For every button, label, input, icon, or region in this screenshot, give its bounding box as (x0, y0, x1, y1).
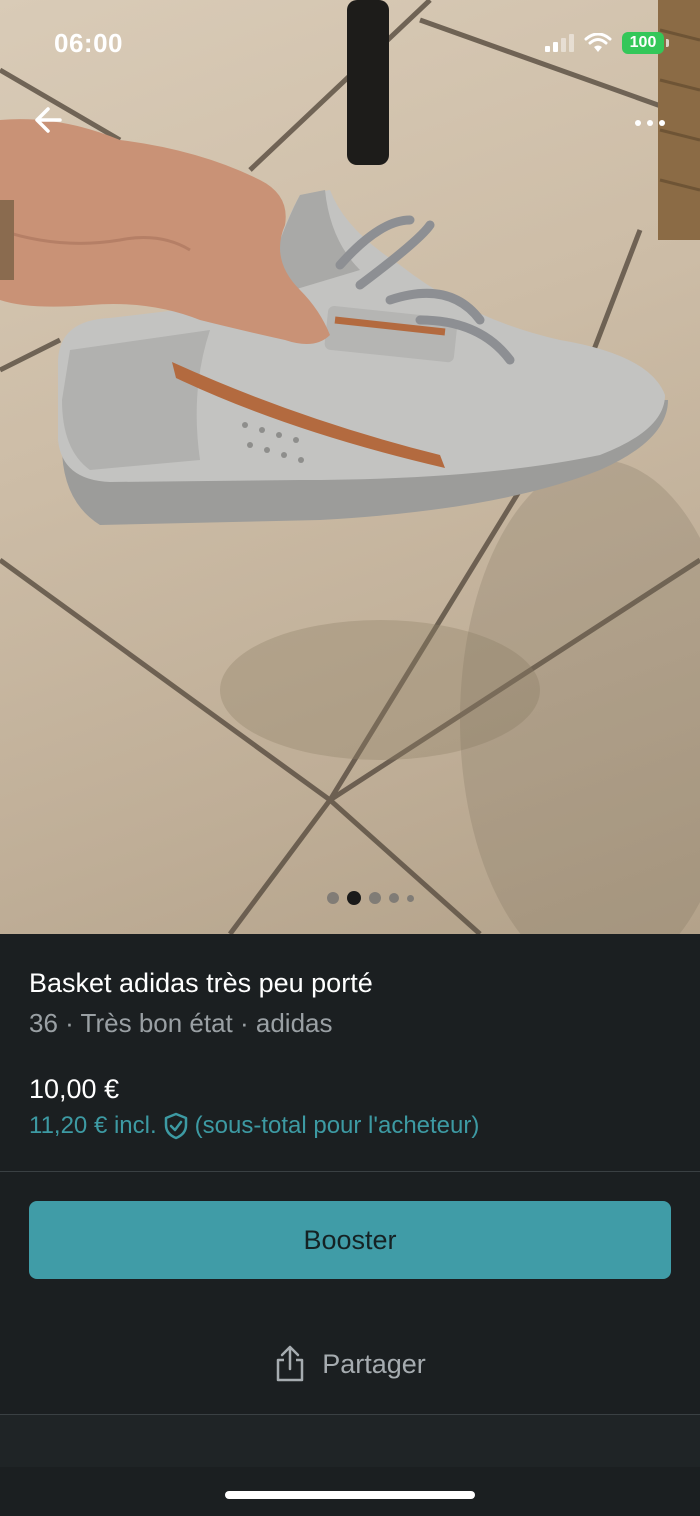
status-icons: 100 (545, 32, 669, 54)
share-button[interactable]: Partager (0, 1334, 700, 1394)
buyer-price-line[interactable]: 11,20 € incl. (sous-total pour l'acheteu… (29, 1112, 479, 1140)
wifi-icon (584, 33, 612, 52)
cellular-signal-icon (545, 34, 574, 52)
listing-title: Basket adidas très peu porté (29, 968, 373, 998)
home-indicator[interactable] (225, 1491, 475, 1499)
buyer-note: (sous-total pour l'acheteur) (194, 1112, 480, 1139)
more-options-button[interactable] (628, 108, 672, 138)
divider (0, 1171, 700, 1172)
listing-details: Basket adidas très peu porté 36 · Très b… (0, 934, 700, 1516)
booster-button[interactable]: Booster (29, 1201, 671, 1279)
share-icon (276, 1345, 304, 1382)
product-photo[interactable]: 06:00 100 (0, 0, 700, 934)
bottom-band (0, 1415, 700, 1467)
pager-dot[interactable] (326, 892, 339, 904)
shield-check-icon[interactable] (163, 1112, 189, 1140)
battery-indicator: 100 (622, 32, 669, 54)
pager-dot[interactable] (368, 892, 381, 904)
back-button[interactable] (30, 104, 70, 140)
more-horizontal-icon (635, 120, 641, 126)
product-image (0, 0, 700, 934)
image-pager[interactable] (0, 891, 700, 905)
listing-subtitle: 36 · Très bon état · adidas (29, 1008, 333, 1038)
buyer-price: 11,20 € incl. (29, 1112, 157, 1139)
status-bar: 06:00 100 (0, 0, 700, 90)
arrow-left-icon (35, 107, 62, 133)
listing-price: 10,00 € (29, 1074, 120, 1104)
status-time: 06:00 (54, 28, 123, 58)
pager-dot-active[interactable] (346, 891, 361, 905)
pager-dot[interactable] (406, 894, 414, 902)
share-label: Partager (322, 1348, 426, 1379)
pager-dot[interactable] (388, 893, 399, 903)
